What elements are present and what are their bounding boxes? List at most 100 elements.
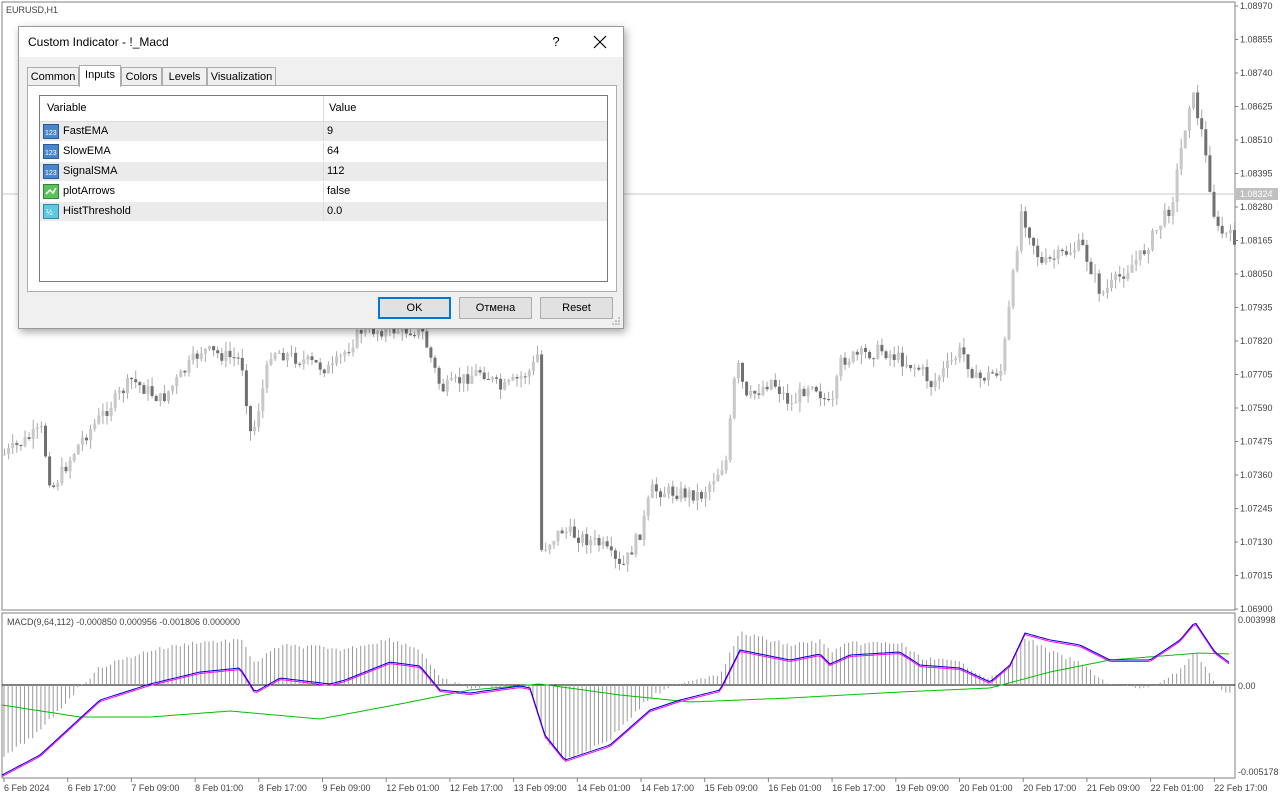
candle-body [240, 357, 244, 371]
candle-body [991, 372, 995, 374]
candle-body [3, 454, 6, 456]
candle-body [39, 425, 43, 428]
candle-body [556, 530, 560, 542]
candle-body [1015, 250, 1019, 271]
time-label: 14 Feb 17:00 [641, 783, 694, 793]
candle-body [814, 386, 818, 392]
candle-body [568, 526, 572, 532]
candle-body [765, 386, 769, 390]
param-row-fastema[interactable]: 123 FastEMA 9 [40, 122, 607, 142]
candle-body [687, 490, 691, 498]
candle-body [89, 429, 93, 441]
resize-grip-icon[interactable] [611, 316, 621, 326]
candle-body [564, 531, 568, 534]
price-label: 1.08050 [1240, 269, 1273, 279]
candle-body [851, 351, 855, 362]
candle-body [921, 367, 925, 370]
param-row-signalsma[interactable]: 123 SignalSMA 112 [40, 162, 607, 182]
candle-body [511, 376, 515, 381]
time-label: 7 Feb 09:00 [131, 783, 179, 793]
candle-body [413, 335, 416, 337]
price-label: 1.08625 [1240, 102, 1273, 112]
candle-body [113, 392, 117, 408]
candle-body [798, 388, 802, 403]
tab-visualization[interactable]: Visualization [207, 67, 276, 86]
candle-body [589, 539, 593, 546]
candle-body [433, 357, 437, 368]
candle-body [1208, 155, 1212, 192]
candle-body [704, 492, 708, 499]
time-label: 15 Feb 09:00 [705, 783, 758, 793]
param-value[interactable]: 64 [327, 145, 339, 157]
candle-body [212, 346, 216, 351]
price-label: 1.08280 [1240, 202, 1273, 212]
tab-common[interactable]: Common [27, 67, 79, 86]
candle-body [1163, 209, 1167, 226]
param-value[interactable]: false [327, 185, 350, 197]
candle-body [236, 357, 240, 359]
candle-body [249, 406, 252, 432]
param-value[interactable]: 9 [327, 125, 333, 137]
param-value[interactable]: 112 [327, 165, 345, 177]
param-row-histthreshold[interactable]: ½ HistThreshold 0.0 [40, 202, 607, 222]
candle-body [613, 550, 617, 559]
close-button[interactable] [589, 31, 611, 53]
param-value[interactable]: 0.0 [327, 205, 342, 217]
price-label: 1.08510 [1240, 135, 1273, 145]
candle-body [314, 360, 318, 363]
help-button[interactable]: ? [546, 31, 566, 53]
candle-body [474, 370, 478, 376]
candle-body [1003, 339, 1007, 371]
candle-body [540, 354, 544, 550]
close-icon [593, 35, 607, 49]
candle-body [162, 393, 166, 402]
param-row-plotarrows[interactable]: plotArrows false [40, 182, 607, 202]
candle-body [199, 353, 203, 359]
candle-body [470, 375, 474, 384]
ok-button[interactable]: OK [378, 297, 451, 319]
svg-text:123: 123 [45, 150, 57, 157]
candle-body [700, 491, 703, 499]
candle-body [585, 534, 589, 546]
column-divider [323, 96, 324, 121]
price-label: 1.06900 [1240, 604, 1273, 614]
candle-body [720, 470, 724, 475]
tab-inputs[interactable]: Inputs [79, 65, 121, 87]
tab-colors[interactable]: Colors [121, 67, 162, 86]
candle-body [27, 437, 31, 440]
indicator-label: MACD(9,64,112) -0.000850 0.000956 -0.001… [7, 617, 240, 627]
candle-body [343, 352, 347, 356]
candle-body [187, 360, 191, 373]
cancel-button[interactable]: Отмена [459, 297, 532, 319]
candle-body [1167, 209, 1171, 217]
candle-body [1187, 108, 1191, 131]
candle-body [7, 448, 11, 455]
candle-body [482, 372, 486, 379]
ind-scale-bottom: -0.005178 [1238, 767, 1279, 777]
candle-body [31, 429, 35, 440]
int-icon: 123 [43, 124, 59, 139]
candle-body [769, 380, 773, 390]
candle-body [782, 392, 785, 394]
candle-body [728, 418, 732, 461]
candle-body [827, 399, 831, 401]
candle-body [1085, 244, 1089, 262]
candle-body [593, 537, 597, 540]
bool-icon [43, 184, 59, 199]
candle-body [1052, 258, 1056, 260]
dialog-title-bar[interactable]: Custom Indicator - !_Macd ? [19, 27, 623, 57]
candle-body [1040, 257, 1044, 263]
tab-levels[interactable]: Levels [162, 67, 207, 86]
column-value[interactable]: Value [329, 102, 356, 114]
candle-body [154, 395, 158, 402]
candle-body [605, 541, 609, 547]
candle-body [663, 493, 667, 498]
reset-button[interactable]: Reset [540, 297, 613, 319]
column-variable[interactable]: Variable [47, 102, 87, 114]
candle-body [691, 490, 695, 501]
candle-body [224, 350, 228, 361]
param-row-slowema[interactable]: 123 SlowEMA 64 [40, 142, 607, 162]
candle-body [1138, 250, 1142, 260]
candle-body [1220, 225, 1224, 234]
candle-body [888, 354, 892, 359]
